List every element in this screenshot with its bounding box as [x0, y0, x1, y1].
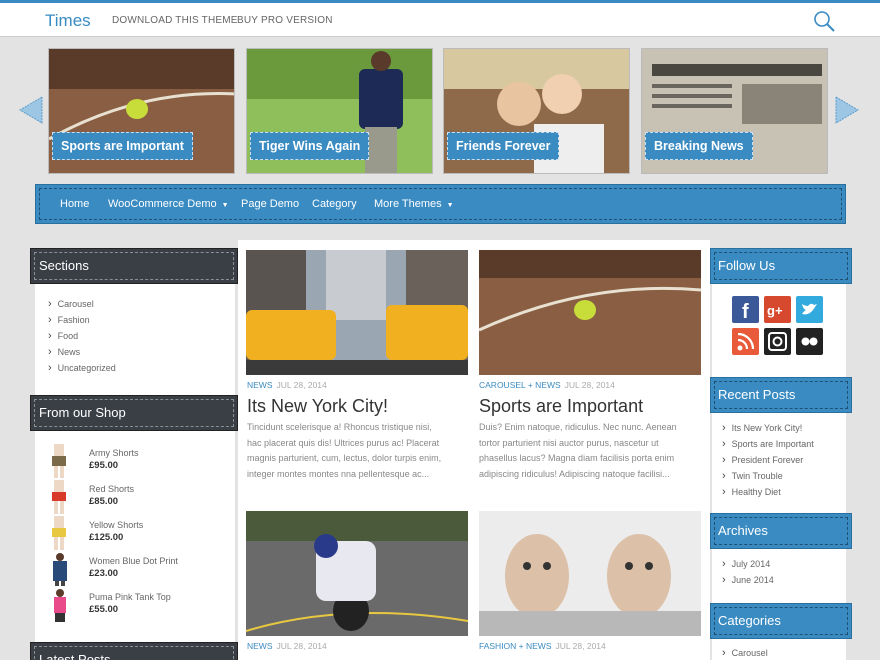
nav-item-category[interactable]: Category [312, 198, 357, 210]
red-shorts-image [52, 480, 66, 514]
download-theme-link[interactable]: DOWNLOAD THIS THEME [112, 15, 238, 26]
nav-item-more-themes[interactable]: More Themes ▼ [374, 198, 454, 210]
recent-posts-widget-title: Recent Posts [710, 377, 852, 413]
recent-post-item[interactable]: Its New York City! [722, 422, 803, 434]
chevron-down-icon: ▼ [221, 202, 229, 209]
carousel-slide[interactable]: Tiger Wins Again [246, 48, 433, 174]
carousel-slide[interactable]: Breaking News [641, 48, 828, 174]
facebook-icon[interactable]: f [732, 296, 759, 323]
sections-item[interactable]: Food [48, 330, 79, 342]
archives-widget-title: Archives [710, 513, 852, 549]
recent-post-item[interactable]: Twin Trouble [722, 470, 783, 482]
carousel-next-arrow-icon[interactable] [834, 95, 860, 125]
buy-pro-link[interactable]: BUY PRO VERSION [237, 15, 333, 26]
post-excerpt: Tincidunt scelerisque a! Rhoncus tristiq… [247, 422, 442, 479]
twitter-icon[interactable] [796, 296, 823, 323]
post-image[interactable] [246, 511, 468, 636]
google-plus-icon[interactable]: g+ [764, 296, 791, 323]
sections-item[interactable]: Carousel [48, 298, 94, 310]
new-york-city-image [246, 250, 468, 375]
shop-item[interactable]: Women Blue Dot Print £23.00 [48, 552, 238, 586]
post-image[interactable] [479, 511, 701, 636]
nav-item-home[interactable]: Home [60, 198, 89, 210]
archive-item[interactable]: June 2014 [722, 574, 774, 586]
slide-caption[interactable]: Tiger Wins Again [250, 132, 370, 160]
twin-faces-image [479, 511, 701, 636]
svg-text:g+: g+ [767, 303, 783, 318]
post-meta: NEWS JUL 28, 2014 [247, 380, 327, 390]
post-title[interactable]: Sports are Important [479, 396, 643, 417]
latest-posts-widget-title: Latest Posts [30, 642, 238, 660]
carousel-slide[interactable]: Sports are Important [48, 48, 235, 174]
top-bar: Times DOWNLOAD THIS THEME BUY PRO VERSIO… [0, 0, 880, 37]
follow-widget-title: Follow Us [710, 248, 852, 284]
chevron-down-icon: ▼ [446, 202, 454, 209]
shop-item[interactable]: Army Shorts £95.00 [48, 444, 238, 478]
post-meta: CAROUSEL + NEWS JUL 28, 2014 [479, 380, 615, 390]
svg-text:f: f [742, 301, 749, 323]
flickr-icon[interactable] [796, 328, 823, 355]
post-image[interactable] [479, 250, 701, 375]
shop-widget-title: From our Shop [30, 395, 238, 431]
yellow-shorts-image [52, 516, 66, 550]
recent-post-item[interactable]: President Forever [722, 454, 804, 466]
nav-item-page-demo[interactable]: Page Demo [241, 198, 299, 210]
carousel-prev-arrow-icon[interactable] [18, 95, 44, 125]
pink-tank-top-image [54, 589, 66, 622]
blue-dot-print-image [53, 553, 67, 586]
recent-post-item[interactable]: Sports are Important [722, 438, 814, 450]
categories-widget-title: Categories [710, 603, 852, 639]
instagram-icon[interactable] [764, 328, 791, 355]
shop-item[interactable]: Yellow Shorts £125.00 [48, 516, 238, 550]
sections-item[interactable]: Uncategorized [48, 362, 116, 374]
post-image[interactable] [246, 250, 468, 375]
tennis-court-image [479, 250, 701, 375]
carousel-slide[interactable]: Friends Forever [443, 48, 630, 174]
category-item[interactable]: Carousel [722, 647, 768, 659]
search-icon[interactable] [812, 9, 836, 33]
shop-item[interactable]: Puma Pink Tank Top £55.00 [48, 588, 238, 622]
nav-item-woocommerce-demo[interactable]: WooCommerce Demo ▼ [108, 198, 229, 210]
sections-widget-title: Sections [30, 248, 238, 284]
archive-item[interactable]: July 2014 [722, 558, 771, 570]
main-navigation: Home WooCommerce Demo ▼ Page Demo Categor… [35, 184, 846, 224]
army-shorts-image [52, 444, 66, 478]
post-excerpt: Duis? Enim natoque, ridiculus. Nec nunc.… [479, 422, 677, 479]
post-meta: NEWS JUL 28, 2014 [247, 641, 327, 651]
rss-icon[interactable] [732, 328, 759, 355]
recent-post-item[interactable]: Healthy Diet [722, 486, 781, 498]
post-meta: FASHION + NEWS JUL 28, 2014 [479, 641, 606, 651]
motorcycle-racer-image [246, 511, 468, 636]
carousel: Sports are Important Tiger Wins Again Fr… [0, 38, 880, 184]
shop-item[interactable]: Red Shorts £85.00 [48, 480, 238, 514]
slide-caption[interactable]: Breaking News [645, 132, 753, 160]
sections-item[interactable]: News [48, 346, 81, 358]
sections-item[interactable]: Fashion [48, 314, 90, 326]
post-title[interactable]: Its New York City! [247, 396, 388, 417]
slide-caption[interactable]: Friends Forever [447, 132, 560, 160]
site-title[interactable]: Times [45, 11, 91, 31]
slide-caption[interactable]: Sports are Important [52, 132, 193, 160]
